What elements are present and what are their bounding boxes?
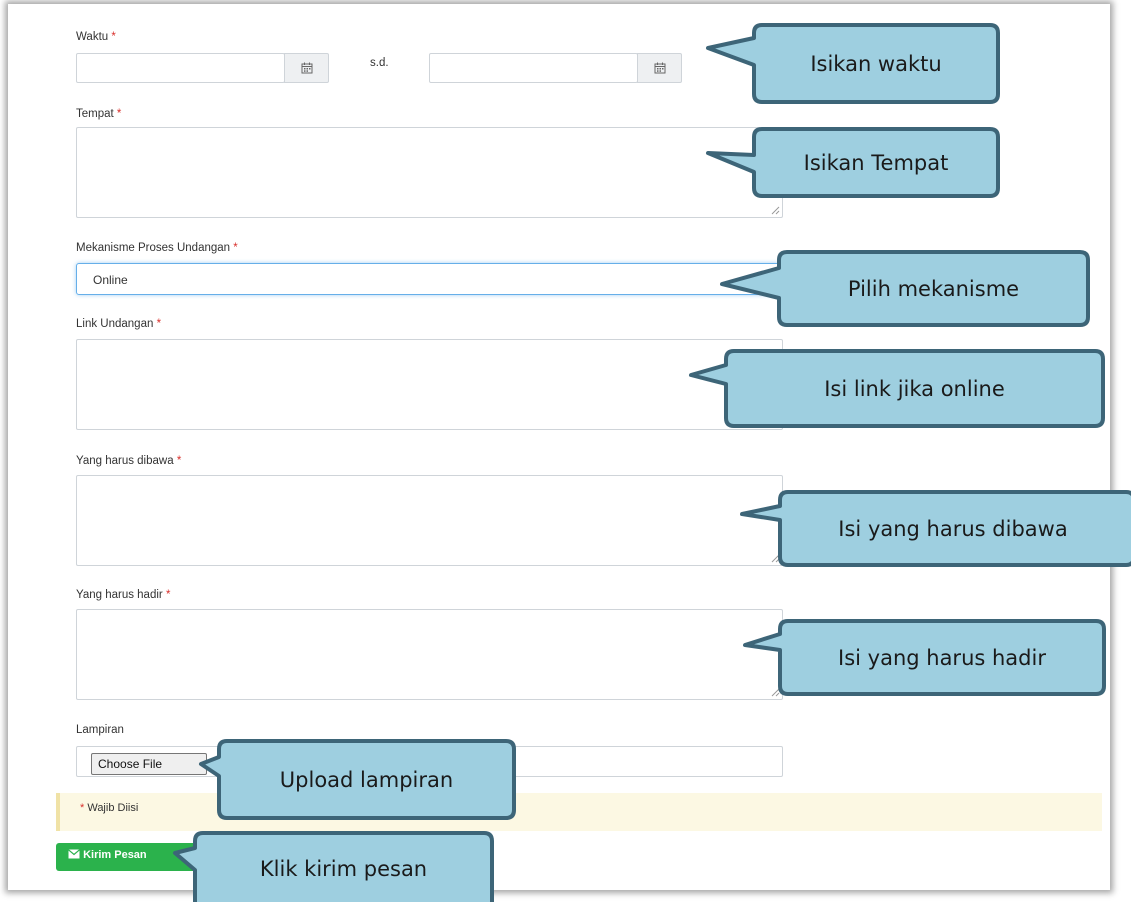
callout-lampiran-text: Upload lampiran [279, 767, 454, 792]
callout-mekanisme-text: Pilih mekanisme [847, 276, 1020, 301]
waktu-start-input[interactable] [76, 53, 285, 83]
hadir-textarea[interactable] [76, 609, 783, 700]
sd-label: s.d. [370, 57, 389, 69]
link-undangan-textarea[interactable] [76, 339, 783, 430]
callout-link-text: Isi link jika online [824, 376, 1005, 401]
required-notice: * Wajib Diisi [56, 793, 1102, 831]
waktu-start-calendar-button[interactable] [284, 53, 329, 83]
lampiran-label: Lampiran [76, 724, 124, 736]
callout-hadir-text: Isi yang harus hadir [838, 645, 1046, 670]
waktu-end-input[interactable] [429, 53, 638, 83]
callout-kirim-text: Klik kirim pesan [259, 857, 428, 881]
link-undangan-label: Link Undangan * [76, 318, 162, 330]
dibawa-textarea[interactable] [76, 475, 783, 566]
resize-grip-icon[interactable] [770, 553, 780, 563]
envelope-icon [68, 849, 80, 859]
mekanisme-label: Mekanisme Proses Undangan * [76, 242, 238, 254]
callout-tempat-text: Isikan Tempat [803, 150, 949, 175]
choose-file-button[interactable]: Choose File [91, 753, 207, 775]
tempat-textarea[interactable] [76, 127, 783, 218]
mekanisme-select[interactable]: Online [76, 263, 783, 295]
callout-dibawa-text: Isi yang harus dibawa [838, 516, 1068, 541]
hadir-label: Yang harus hadir * [76, 589, 171, 601]
waktu-end-calendar-button[interactable] [637, 53, 682, 83]
tempat-label: Tempat * [76, 108, 122, 120]
dibawa-label: Yang harus dibawa * [76, 455, 182, 467]
waktu-label: Waktu * [76, 31, 116, 43]
kirim-pesan-button[interactable]: Kirim Pesan [56, 843, 196, 871]
calendar-icon [301, 62, 312, 74]
resize-grip-icon[interactable] [770, 205, 780, 215]
callout-waktu-text: Isikan waktu [810, 51, 942, 76]
resize-grip-icon[interactable] [770, 687, 780, 697]
calendar-icon [654, 62, 665, 74]
